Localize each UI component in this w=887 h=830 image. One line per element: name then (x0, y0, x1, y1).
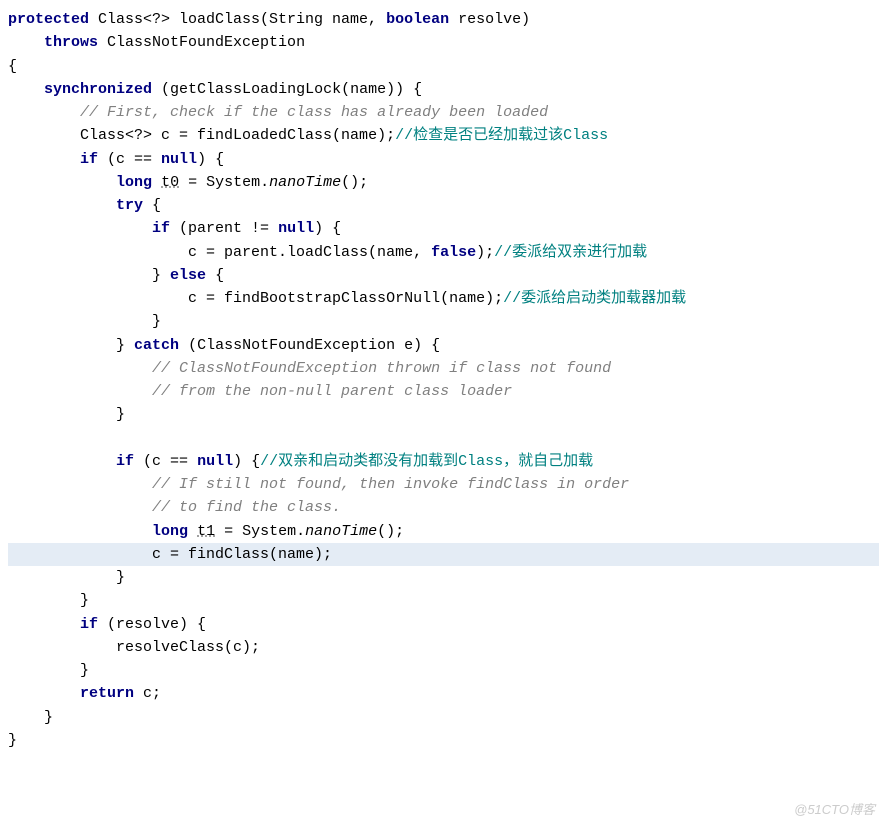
code-text: } (116, 406, 125, 423)
code-text: = System. (179, 174, 269, 191)
code-text: (resolve) { (98, 616, 206, 633)
keyword: null (278, 220, 314, 237)
code-line: try { (8, 197, 161, 214)
code-text: c = findBootstrapClassOrNull(name); (188, 290, 503, 307)
code-line: // If still not found, then invoke findC… (8, 476, 629, 493)
code-text: ) { (197, 151, 224, 168)
code-line: if (c == null) {//双亲和启动类都没有加载到Class，就自己加… (8, 453, 593, 470)
variable: t1 (197, 523, 215, 540)
comment: // If still not found, then invoke findC… (152, 476, 629, 493)
code-line: if (parent != null) { (8, 220, 341, 237)
method-call: nanoTime (305, 523, 377, 540)
code-text: c = parent.loadClass(name, (188, 244, 431, 261)
code-line: // to find the class. (8, 499, 341, 516)
code-text: } (152, 313, 161, 330)
code-line: { (8, 58, 17, 75)
code-text: c; (134, 685, 161, 702)
code-line: // First, check if the class has already… (8, 104, 548, 121)
code-block: protected Class<?> loadClass(String name… (8, 8, 879, 752)
keyword: else (170, 267, 206, 284)
code-line: } (8, 569, 125, 586)
code-line: protected Class<?> loadClass(String name… (8, 11, 530, 28)
code-line: if (c == null) { (8, 151, 224, 168)
keyword: false (431, 244, 476, 261)
code-text: ) { (233, 453, 260, 470)
keyword: if (116, 453, 134, 470)
code-text: Class<?> loadClass(String name, (89, 11, 386, 28)
variable: t0 (161, 174, 179, 191)
keyword: null (161, 151, 197, 168)
code-line: // ClassNotFoundException thrown if clas… (8, 360, 611, 377)
comment: //双亲和启动类都没有加载到Class，就自己加载 (260, 453, 593, 470)
keyword: synchronized (44, 81, 152, 98)
code-text: (parent != (170, 220, 278, 237)
code-line: } (8, 592, 89, 609)
keyword: if (152, 220, 170, 237)
code-line: return c; (8, 685, 161, 702)
comment: //委派给启动类加载器加载 (503, 290, 686, 307)
code-text: resolve) (449, 11, 530, 28)
code-line: synchronized (getClassLoadingLock(name))… (8, 81, 422, 98)
keyword: long (116, 174, 152, 191)
code-text: { (206, 267, 224, 284)
code-text: Class<?> c = findLoadedClass(name); (80, 127, 395, 144)
keyword: null (197, 453, 233, 470)
keyword: boolean (386, 11, 449, 28)
code-text: } (116, 337, 134, 354)
comment: // First, check if the class has already… (80, 104, 548, 121)
code-text: resolveClass(c); (116, 639, 260, 656)
code-line: } (8, 732, 17, 749)
watermark: @51CTO博客 (794, 800, 875, 820)
code-line-highlighted: c = findClass(name); (8, 543, 879, 566)
method-call: nanoTime (269, 174, 341, 191)
comment: //检查是否已经加载过该Class (395, 127, 608, 144)
comment: // to find the class. (152, 499, 341, 516)
code-line: c = findBootstrapClassOrNull(name);//委派给… (8, 290, 686, 307)
code-text: (); (341, 174, 368, 191)
code-line: } catch (ClassNotFoundException e) { (8, 337, 440, 354)
keyword: try (116, 197, 143, 214)
keyword: long (152, 523, 188, 540)
code-line: } else { (8, 267, 224, 284)
code-line: if (resolve) { (8, 616, 206, 633)
code-line: } (8, 406, 125, 423)
keyword: catch (134, 337, 179, 354)
code-line: } (8, 709, 53, 726)
code-text: { (143, 197, 161, 214)
code-text: (c == (134, 453, 197, 470)
code-line: resolveClass(c); (8, 639, 260, 656)
code-line: c = parent.loadClass(name, false);//委派给双… (8, 244, 647, 261)
code-text: } (44, 709, 53, 726)
code-text: (); (377, 523, 404, 540)
code-text: } (80, 592, 89, 609)
code-text: } (116, 569, 125, 586)
code-line: long t0 = System.nanoTime(); (8, 174, 368, 191)
code-line: long t1 = System.nanoTime(); (8, 523, 404, 540)
keyword: throws (44, 34, 98, 51)
keyword: return (80, 685, 134, 702)
keyword: protected (8, 11, 89, 28)
comment: //委派给双亲进行加载 (494, 244, 647, 261)
code-line: } (8, 662, 89, 679)
code-line: } (8, 313, 161, 330)
code-text: ); (476, 244, 494, 261)
code-text: (c == (98, 151, 161, 168)
code-text: (getClassLoadingLock(name)) { (152, 81, 422, 98)
code-text: c = findClass(name); (152, 546, 332, 563)
code-line: // from the non-null parent class loader (8, 383, 512, 400)
keyword: if (80, 616, 98, 633)
code-line: Class<?> c = findLoadedClass(name);//检查是… (8, 127, 608, 144)
comment: // ClassNotFoundException thrown if clas… (152, 360, 611, 377)
code-text: ClassNotFoundException (98, 34, 305, 51)
code-line: throws ClassNotFoundException (8, 34, 305, 51)
code-text: ) { (314, 220, 341, 237)
code-text: } (152, 267, 170, 284)
comment: // from the non-null parent class loader (152, 383, 512, 400)
code-text: = System. (215, 523, 305, 540)
keyword: if (80, 151, 98, 168)
code-text: (ClassNotFoundException e) { (179, 337, 440, 354)
code-text: } (80, 662, 89, 679)
